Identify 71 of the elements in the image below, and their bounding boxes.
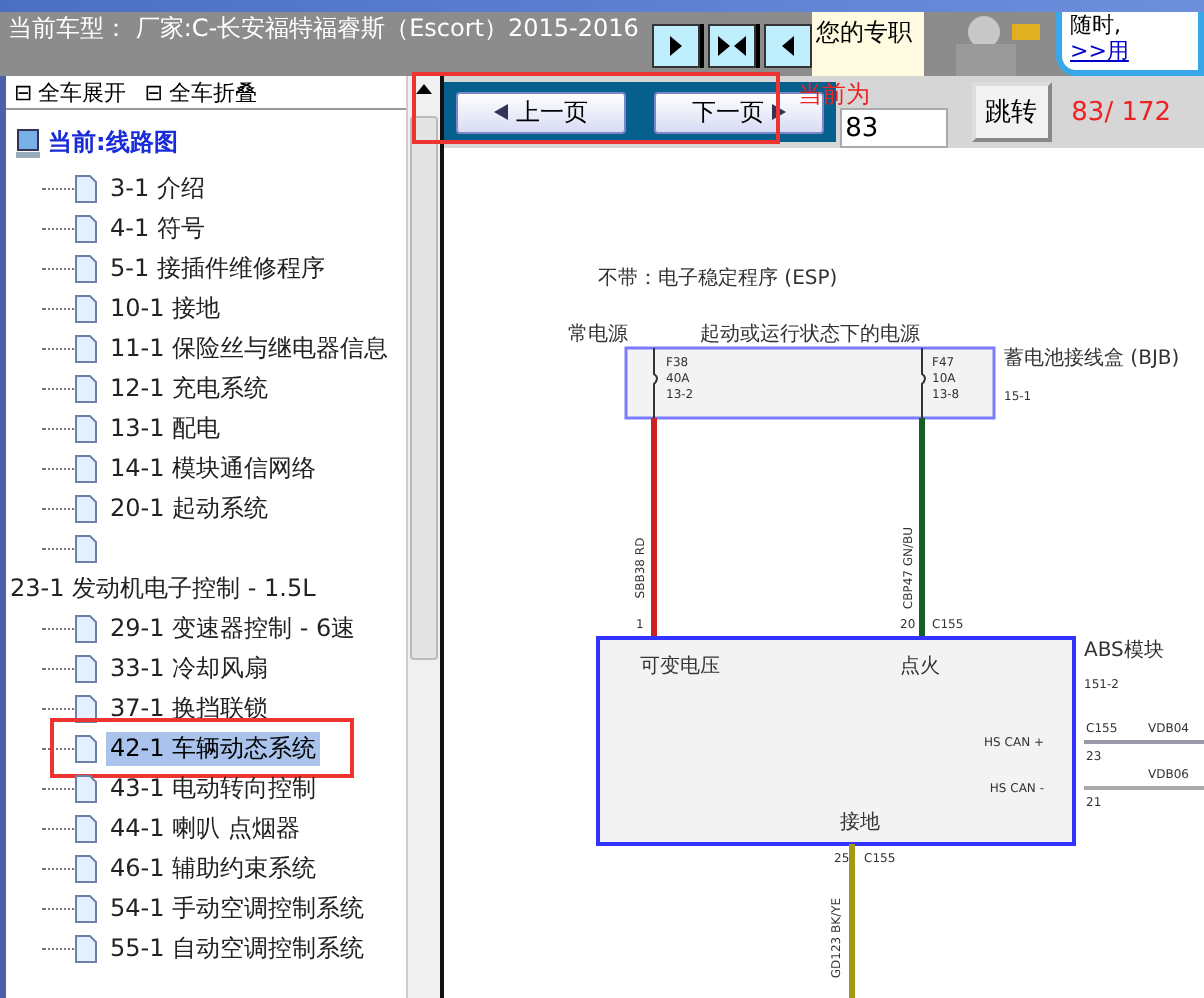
diagram-label: 接地 bbox=[840, 812, 880, 834]
wire bbox=[1084, 786, 1204, 790]
document-icon bbox=[74, 293, 98, 323]
diagram-label: 蓄电池接线盒 (BJB) bbox=[1004, 348, 1180, 370]
document-icon bbox=[74, 533, 98, 563]
tree-item[interactable]: 4-1 符号 bbox=[106, 211, 209, 245]
tree-item[interactable]: 20-1 起动系统 bbox=[106, 491, 273, 525]
tree-item[interactable]: 14-1 模块通信网络 bbox=[106, 451, 321, 485]
document-icon bbox=[74, 773, 98, 803]
tree-item[interactable]: 54-1 手动空调控制系统 bbox=[106, 891, 369, 925]
tree-item[interactable]: 55-1 自动空调控制系统 bbox=[106, 931, 369, 965]
tree-item[interactable]: 43-1 电动转向控制 bbox=[106, 771, 321, 805]
document-icon bbox=[74, 213, 98, 243]
tree-item[interactable]: 42-1 车辆动态系统 bbox=[106, 731, 321, 765]
tree-item[interactable]: 5-1 接插件维修程序 bbox=[106, 251, 329, 285]
document-icon bbox=[74, 653, 98, 683]
document-icon bbox=[74, 893, 98, 923]
document-icon bbox=[74, 413, 98, 443]
document-icon bbox=[74, 813, 98, 843]
diagram-label: ABS模块 bbox=[1084, 640, 1164, 662]
collapse-toggle-icon[interactable]: ⊟ bbox=[14, 79, 33, 105]
document-icon bbox=[74, 253, 98, 283]
layout-button[interactable] bbox=[652, 24, 700, 68]
document-icon bbox=[74, 693, 98, 723]
vehicle-model-text: 当前车型： 厂家:C-长安福特福睿斯（Escort）2015-2016 bbox=[6, 12, 641, 46]
tree-item[interactable]: 12-1 充电系统 bbox=[106, 371, 273, 405]
tree-item[interactable]: 23-1 发动机电子控制 - 1.5L bbox=[6, 571, 320, 605]
right-arrow-icon bbox=[771, 104, 786, 121]
diagram-label: 常电源 bbox=[568, 324, 628, 346]
document-icon bbox=[74, 373, 98, 403]
scroll-up-icon[interactable] bbox=[416, 84, 433, 94]
document-icon bbox=[74, 453, 98, 483]
tree-item[interactable]: 37-1 换挡联锁 bbox=[106, 691, 273, 725]
tree-item[interactable]: 44-1 喇叭 点烟器 bbox=[106, 811, 304, 845]
jump-button[interactable]: 跳转 bbox=[971, 82, 1052, 142]
diagram-label: 起动或运行状态下的电源 bbox=[700, 324, 920, 346]
promo-text: 随时, bbox=[1070, 12, 1123, 38]
promo-text: 您的专职 bbox=[812, 12, 924, 76]
collapse-toggle-icon[interactable]: ⊟ bbox=[144, 79, 163, 105]
document-icon bbox=[74, 733, 98, 763]
scrollbar[interactable] bbox=[406, 76, 440, 998]
expand-all-link[interactable]: 全车展开 bbox=[38, 77, 127, 107]
wire bbox=[1084, 740, 1204, 744]
fuse-drawing bbox=[653, 347, 658, 419]
layout-button[interactable] bbox=[708, 24, 756, 68]
document-icon bbox=[74, 933, 98, 963]
page-input-field[interactable]: 83 bbox=[839, 108, 948, 148]
document-icon bbox=[74, 493, 98, 523]
computer-icon bbox=[14, 127, 42, 159]
tree-item[interactable]: 13-1 配电 bbox=[106, 411, 225, 445]
diagram-label: 点火 bbox=[900, 656, 940, 678]
diagram-label: 可变电压 bbox=[640, 656, 720, 678]
tree-item[interactable]: 10-1 接地 bbox=[106, 291, 225, 325]
diagram-title: 不带：电子稳定程序 (ESP) bbox=[598, 268, 838, 290]
page-count: 83/ 172 bbox=[1071, 97, 1172, 127]
tree-item[interactable]: 33-1 冷却风扇 bbox=[106, 651, 273, 685]
current-view-label: 当前:线路图 bbox=[48, 126, 178, 160]
tree-item[interactable]: 46-1 辅助约束系统 bbox=[106, 851, 321, 885]
document-icon bbox=[74, 173, 98, 203]
tree-item[interactable]: 11-1 保险丝与继电器信息 bbox=[106, 331, 393, 365]
left-arrow-icon bbox=[494, 104, 508, 121]
tree-item[interactable]: 3-1 介绍 bbox=[106, 171, 209, 205]
tree-item[interactable]: 29-1 变速器控制 - 6速 bbox=[106, 611, 360, 645]
prev-page-button[interactable]: 上一页 bbox=[456, 91, 626, 133]
promo-link[interactable]: >>用 bbox=[1070, 38, 1190, 64]
collapse-all-link[interactable]: 全车折叠 bbox=[168, 77, 257, 107]
layout-button[interactable] bbox=[764, 24, 812, 68]
document-icon bbox=[74, 853, 98, 883]
fuse-drawing bbox=[921, 347, 926, 419]
document-icon bbox=[74, 333, 98, 363]
document-icon bbox=[74, 613, 98, 643]
